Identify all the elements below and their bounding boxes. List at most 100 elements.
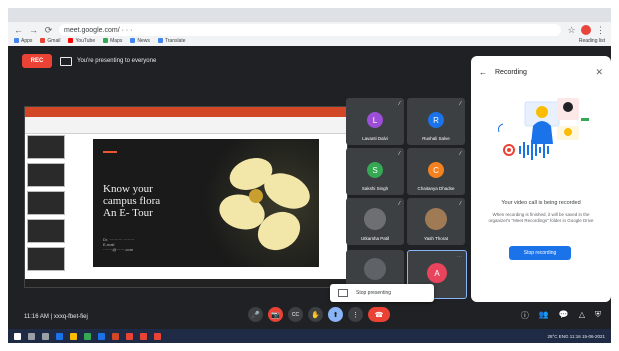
flower-image <box>199 139 319 267</box>
phone-hangup-icon: ☎ <box>374 311 384 319</box>
participant-tile[interactable]: ⁄ Utkarsha Patil <box>346 198 404 245</box>
more-options-button[interactable]: ⋮ <box>348 307 363 322</box>
system-tray-text: 28°C ENG 11:16 15-06-2021 <box>547 333 605 339</box>
chrome-icon[interactable] <box>84 332 91 340</box>
tab-bar <box>8 8 611 22</box>
edge-icon[interactable] <box>56 332 63 340</box>
microphone-button[interactable]: 🎤 <box>248 307 263 322</box>
app-icon[interactable] <box>154 332 161 340</box>
present-screen-icon <box>60 56 72 66</box>
gmail-icon <box>40 38 46 44</box>
slide-thumbnails <box>27 135 65 275</box>
slide-thumbnail <box>27 247 65 271</box>
browser-chrome: ← → ⟳ meet.google.com/ · · · ☆ ⋮ Apps Gm… <box>8 8 611 46</box>
end-call-button[interactable]: ☎ <box>368 307 390 322</box>
search-icon[interactable] <box>28 332 35 340</box>
microphone-icon: 🎤 <box>251 311 260 319</box>
participant-tile[interactable]: ⁄ C Chaitanya Dhadse <box>407 148 465 195</box>
participant-name: Yash Thorat <box>423 236 449 241</box>
windows-start-icon[interactable] <box>14 332 21 340</box>
stop-presenting-label: Stop presenting <box>356 290 392 296</box>
bookmark-news[interactable]: News <box>130 38 150 44</box>
bookmark-youtube[interactable]: YouTube <box>68 38 95 44</box>
slide-thumbnail <box>27 191 65 215</box>
recording-status-text: Your video call is being recorded <box>501 200 581 206</box>
bookmark-maps[interactable]: Maps <box>103 38 122 44</box>
maps-icon <box>103 38 109 44</box>
mic-muted-icon: ⁄ <box>399 101 400 107</box>
url-text: meet.google.com/ · · · <box>64 26 133 34</box>
youtube-icon <box>68 38 74 44</box>
translate-icon <box>157 38 163 44</box>
bookmark-gmail[interactable]: Gmail <box>40 38 60 44</box>
camera-button[interactable]: 📷 <box>268 307 283 322</box>
participant-tile[interactable]: ⁄ L Lavanti Dalvi <box>346 98 404 145</box>
forward-icon[interactable]: → <box>29 24 38 36</box>
app-icon[interactable] <box>140 332 147 340</box>
task-view-icon[interactable] <box>42 332 49 340</box>
meeting-info: 11:16 AM | xxxq-fbet-fiej <box>24 314 88 320</box>
presenting-note: You're presenting to everyone <box>60 54 156 68</box>
profile-avatar[interactable] <box>581 25 591 35</box>
slide-title: Know your campus flora An E- Tour <box>103 183 161 219</box>
info-icon[interactable]: ⓘ <box>521 310 529 321</box>
reload-icon[interactable]: ⟳ <box>44 24 53 36</box>
close-icon[interactable]: ✕ <box>595 67 603 78</box>
slide-thumbnail <box>27 163 65 187</box>
reading-list[interactable]: Reading list <box>579 38 605 44</box>
back-arrow-icon[interactable]: ← <box>479 68 487 77</box>
bookmark-apps[interactable]: Apps <box>14 38 32 44</box>
clock-time: 11:16 AM <box>24 314 49 320</box>
stop-presenting-popup[interactable]: Stop presenting <box>330 284 434 302</box>
apps-icon <box>14 38 19 44</box>
avatar: L <box>367 112 383 128</box>
address-row: ← → ⟳ meet.google.com/ · · · ☆ ⋮ <box>14 24 605 36</box>
mic-muted-icon: ⁄ <box>399 151 400 157</box>
recording-panel-header: ← Recording ✕ <box>479 66 603 78</box>
back-icon[interactable]: ← <box>14 24 23 36</box>
participant-tile[interactable]: ⁄ S Sakshi Singh <box>346 148 404 195</box>
mic-muted-icon: ⁄ <box>460 101 461 107</box>
participant-tile[interactable]: ⁄ Yash Thorat <box>407 198 465 245</box>
slide-author: Dr. ·········· ········ E-mail ·······@·… <box>103 237 135 252</box>
raise-hand-button[interactable]: ✋ <box>308 307 323 322</box>
recording-info-text: When recording is finished, it will be s… <box>488 212 594 223</box>
participant-photo <box>364 208 386 230</box>
recording-panel: ← Recording ✕ Your video call is being r… <box>471 56 611 302</box>
screen: ← → ⟳ meet.google.com/ · · · ☆ ⋮ Apps Gm… <box>8 8 611 343</box>
mic-muted-icon: ⁄ <box>399 201 400 207</box>
mic-muted-icon: ⁄ <box>460 151 461 157</box>
bookmark-translate[interactable]: Translate <box>157 38 186 44</box>
participant-name: Rushali Salve <box>422 136 450 141</box>
star-icon[interactable]: ☆ <box>567 24 576 36</box>
app-icon[interactable] <box>126 332 133 340</box>
participant-name: Chaitanya Dhadse <box>417 186 455 191</box>
avatar: S <box>367 162 383 178</box>
more-icon[interactable]: ⋯ <box>457 254 462 260</box>
menu-icon[interactable]: ⋮ <box>596 24 605 36</box>
stop-recording-button[interactable]: Stop recording <box>509 246 571 260</box>
address-bar[interactable]: meet.google.com/ · · · <box>59 24 561 36</box>
system-tray[interactable]: 28°C ENG 11:16 15-06-2021 <box>547 334 605 339</box>
file-explorer-icon[interactable] <box>70 332 77 340</box>
captions-button[interactable]: CC <box>288 307 303 322</box>
chat-icon[interactable]: 💬 <box>559 310 569 321</box>
activities-icon[interactable]: △ <box>579 310 585 321</box>
presenting-note-text: You're presenting to everyone <box>77 58 157 64</box>
captions-icon: CC <box>291 311 300 318</box>
present-button[interactable]: ⬆ <box>328 307 343 322</box>
participant-name: Lavanti Dalvi <box>362 136 388 141</box>
shield-icon[interactable]: ⛨ <box>595 310 601 321</box>
mic-muted-icon: ⁄ <box>460 201 461 207</box>
side-controls: ⓘ 👥 💬 △ ⛨ <box>521 310 601 321</box>
store-icon[interactable] <box>98 332 105 340</box>
bookmarks-bar: Apps Gmail YouTube Maps News Translate R… <box>14 37 605 45</box>
powerpoint-icon[interactable] <box>112 332 119 340</box>
participant-tile[interactable]: ⁄ R Rushali Salve <box>407 98 465 145</box>
meeting-code: xxxq-fbet-fiej <box>53 314 88 320</box>
avatar: C <box>428 162 444 178</box>
people-icon[interactable]: 👥 <box>539 310 549 321</box>
call-controls: 🎤 📷 CC ✋ ⬆ ⋮ ☎ <box>248 307 390 322</box>
participant-photo <box>425 208 447 230</box>
slide-accent-bar <box>103 151 117 153</box>
